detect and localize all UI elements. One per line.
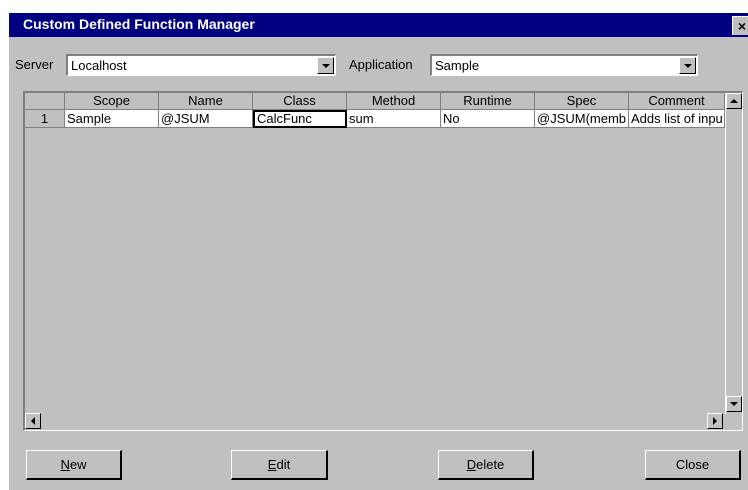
chevron-down-icon <box>322 64 330 68</box>
server-value: Localhost <box>71 58 127 73</box>
application-label: Application <box>349 57 413 72</box>
column-header-comment[interactable]: Comment <box>629 93 725 110</box>
scroll-down-button[interactable] <box>726 396 742 412</box>
functions-grid[interactable]: Scope Name Class Method Runtime Spec Com… <box>23 91 743 431</box>
server-dropdown-button[interactable] <box>317 57 334 74</box>
close-button[interactable]: Close <box>645 450 741 480</box>
close-window-button[interactable]: × <box>732 16 748 35</box>
arrow-down-icon <box>730 402 738 406</box>
vertical-scrollbar[interactable] <box>725 93 742 414</box>
column-header-class[interactable]: Class <box>253 93 347 110</box>
chevron-down-icon <box>684 64 692 68</box>
new-button-accel: N <box>60 457 70 472</box>
new-button[interactable]: New <box>26 450 122 480</box>
delete-button-accel: D <box>466 457 477 472</box>
window-title: Custom Defined Function Manager <box>23 16 255 32</box>
arrow-up-icon <box>730 99 738 103</box>
new-button-label: ew <box>69 457 87 472</box>
column-header-runtime[interactable]: Runtime <box>441 93 535 110</box>
scroll-left-button[interactable] <box>25 413 41 429</box>
title-bar[interactable]: Custom Defined Function Manager × <box>9 13 748 37</box>
application-dropdown[interactable]: Sample <box>430 54 698 76</box>
cell-spec[interactable]: @JSUM(memb <box>535 110 629 128</box>
cell-method[interactable]: sum <box>347 110 441 128</box>
cell-comment[interactable]: Adds list of inpu <box>629 110 725 128</box>
cell-name[interactable]: @JSUM <box>159 110 253 128</box>
application-value: Sample <box>435 58 480 73</box>
dialog-window: Custom Defined Function Manager × Server… <box>8 12 748 490</box>
application-dropdown-button[interactable] <box>679 57 696 74</box>
horizontal-scrollbar[interactable] <box>25 413 724 430</box>
grid-corner-header[interactable] <box>25 93 65 110</box>
server-dropdown[interactable]: Localhost <box>66 54 336 76</box>
delete-button-label: elete <box>476 457 505 472</box>
cell-runtime[interactable]: No <box>441 110 535 128</box>
row-number[interactable]: 1 <box>25 110 65 128</box>
server-label: Server <box>15 57 54 72</box>
arrow-right-icon <box>713 417 717 425</box>
scroll-up-button[interactable] <box>726 93 742 109</box>
edit-button[interactable]: Edit <box>231 450 328 480</box>
cell-scope[interactable]: Sample <box>65 110 159 128</box>
arrow-left-icon <box>31 417 35 425</box>
scroll-right-button[interactable] <box>707 413 723 429</box>
column-header-spec[interactable]: Spec <box>535 93 629 110</box>
edit-button-label: dit <box>276 457 291 472</box>
delete-button[interactable]: Delete <box>438 450 534 480</box>
cell-class-selected[interactable]: CalcFunc <box>253 110 347 128</box>
column-header-method[interactable]: Method <box>347 93 441 110</box>
column-header-scope[interactable]: Scope <box>65 93 159 110</box>
column-header-name[interactable]: Name <box>159 93 253 110</box>
